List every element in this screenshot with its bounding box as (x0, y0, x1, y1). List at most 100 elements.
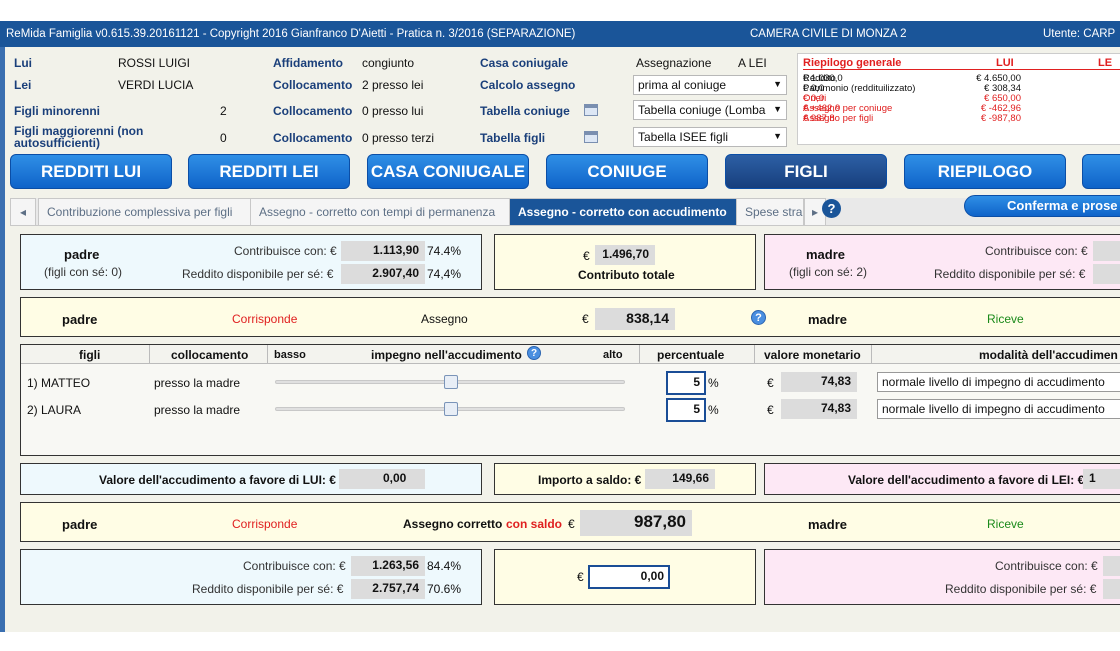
madre-label: madre (806, 247, 846, 262)
help-icon[interactable]: ? (751, 310, 766, 325)
nav-redditi-lui-button[interactable]: REDDITI LUI (10, 154, 172, 189)
madre-reddito-label: Reddito disponibile per sé: € (934, 267, 1086, 281)
figlio-name: 2) LAURA (27, 403, 82, 417)
percentuale-input[interactable]: 5 (666, 398, 706, 422)
figli-minorenni-count: 2 (220, 104, 227, 118)
conferma-button[interactable]: Conferma e prose (964, 195, 1120, 217)
accudimento-lei-panel: Valore dell'accudimento a favore di LEI:… (764, 463, 1120, 495)
modalita-select[interactable]: normale livello di impegno di accudiment… (877, 372, 1120, 392)
corrisponde-label: Corrisponde (232, 312, 298, 326)
tab-accudimento[interactable]: Assegno - corretto con accudimento (509, 198, 737, 226)
tab-spese-straordinarie[interactable]: Spese stra (736, 198, 804, 226)
tabella-figli-label: Tabella figli (480, 131, 546, 145)
riepilogo-col-lei: LE (1098, 57, 1113, 69)
impegno-slider[interactable] (275, 375, 625, 389)
corretto-padre-label: padre (62, 517, 98, 532)
tab-scroll-left-icon[interactable]: ◂ (10, 198, 36, 226)
tabella-coniuge-label: Tabella coniuge (480, 104, 570, 118)
reddito-label: Reddito disponibile per sé: € (192, 582, 344, 596)
assegno-padre-label: padre (62, 312, 98, 327)
riepilogo-row: Oneri € 650,00 € 0,0 (803, 93, 1120, 104)
lui-label: Lui (14, 56, 32, 70)
table-row: 2) LAURA presso la madre 5% €74,83 normale l… (21, 398, 1120, 425)
col-figli: figli (79, 348, 101, 362)
collocamento-value-2: 0 presso lui (362, 104, 424, 118)
riceve-label: Riceve (987, 312, 1024, 326)
riepilogo-row: Assegno per coniuge € -462,96 € +462,9 (803, 103, 1120, 114)
tabella-figli-select[interactable]: Tabella ISEE figli ▼ (633, 127, 787, 147)
figlio-collocamento: presso la madre (154, 403, 241, 417)
accudimento-lei-label: Valore dell'accudimento a favore di LEI:… (848, 473, 1085, 487)
table-row: 1) MATTEO presso la madre 5% €74,83 normale … (21, 371, 1120, 398)
calendar-icon[interactable] (584, 131, 598, 143)
nav-riepilogo-button[interactable]: RIEPILOGO (904, 154, 1066, 189)
nav-casa-coniugale-button[interactable]: CASA CONIUGALE (367, 154, 529, 189)
col-impegno: impegno nell'accudimento (371, 348, 522, 362)
contributo-totale-label: Contributo totale (578, 268, 675, 282)
contribuisce-label: Contribuisce con: € (243, 559, 346, 573)
nav-redditi-lei-button[interactable]: REDDITI LEI (188, 154, 350, 189)
modalita-select[interactable]: normale livello di impegno di accudiment… (877, 399, 1120, 419)
euro-sign: € (583, 249, 590, 263)
slider-thumb[interactable] (444, 375, 458, 389)
collocamento-label-1: Collocamento (273, 78, 353, 92)
madre-figli-count: (figli con sé: 2) (789, 265, 868, 279)
reddito-label: Reddito disponibile per sé: € (182, 267, 334, 281)
casa-coniugale-label: Casa coniugale (480, 56, 569, 70)
contributo-totale-value: 1.496,70 (595, 245, 655, 265)
calcolo-assegno-select[interactable]: prima al coniuge ▼ (633, 75, 787, 95)
collocamento-value-3: 0 presso terzi (362, 131, 435, 145)
title-bar: ReMida Famiglia v0.615.39.20161121 - Cop… (0, 21, 1120, 47)
contribuisce-label: Contribuisce con: € (234, 244, 337, 258)
affidamento-label: Affidamento (273, 56, 343, 70)
slider-thumb[interactable] (444, 402, 458, 416)
nav-figli-button[interactable]: FIGLI (725, 154, 887, 189)
figlio-name: 1) MATTEO (27, 376, 91, 390)
assegno-label: Assegno (421, 312, 468, 326)
assegno-corretto-value: 987,80 (580, 510, 692, 536)
riepilogo-col-lui: LUI (996, 57, 1014, 69)
padre-label: padre (64, 247, 100, 262)
impegno-slider[interactable] (275, 402, 625, 416)
calcolo-assegno-label: Calcolo assegno (480, 78, 576, 92)
calendar-icon[interactable] (584, 104, 598, 116)
percentuale-input[interactable]: 5 (666, 371, 706, 395)
assegno-madre-label: madre (808, 312, 848, 327)
madre-contribuisce-value (1103, 556, 1120, 576)
assegno-panel: padre Corrisponde Assegno € 838,14 ? mad… (20, 297, 1120, 337)
lei-name: VERDI LUCIA (118, 78, 194, 92)
nav-extra-button[interactable] (1082, 154, 1120, 189)
help-icon[interactable]: ? (822, 199, 841, 218)
tab-bar: ◂ Contribuzione complessiva per figli As… (10, 195, 1120, 226)
euro-sign: € (568, 517, 575, 531)
padre-panel-bottom: Contribuisce con: € 1.263,56 84.4% Reddi… (20, 549, 482, 605)
contribuisce-value: 1.263,56 (351, 556, 425, 576)
contribuisce-pct: 74.4% (427, 244, 462, 258)
euro-sign: € (767, 376, 774, 390)
euro-sign: € (767, 403, 774, 417)
figli-minorenni-label: Figli minorenni (14, 104, 100, 118)
corretto-corrisponde-label: Corrisponde (232, 517, 298, 531)
saldo-input[interactable]: 0,00 (588, 565, 670, 589)
court-name: CAMERA CIVILE DI MONZA 2 (750, 28, 907, 40)
tab-tempi-permanenza[interactable]: Assegno - corretto con tempi di permanen… (250, 198, 510, 226)
figli-maggiorenni-count: 0 (220, 131, 227, 145)
corretto-madre-label: madre (808, 517, 848, 532)
corretto-riceve-label: Riceve (987, 517, 1024, 531)
accudimento-lui-label: Valore dell'accudimento a favore di LUI:… (99, 473, 336, 487)
riepilogo-row: Reddito € 4.650,00 € 1.030,0 (803, 73, 1120, 84)
madre-panel-bottom: Contribuisce con: € Reddito disponibile … (764, 549, 1120, 605)
madre-reddito-label: Reddito disponibile per sé: € (945, 582, 1097, 596)
help-icon[interactable]: ? (527, 346, 541, 360)
tab-contribuzione[interactable]: Contribuzione complessiva per figli (38, 198, 252, 226)
tabella-coniuge-select[interactable]: Tabella coniuge (Lomba ▼ (633, 100, 787, 120)
valore-monetario: 74,83 (781, 372, 857, 392)
accudimento-lui-value: 0,00 (339, 469, 425, 489)
nav-coniuge-button[interactable]: CONIUGE (546, 154, 708, 189)
reddito-pct: 70.6% (427, 582, 462, 596)
importo-saldo-label: Importo a saldo: € (538, 473, 642, 487)
valore-monetario: 74,83 (781, 399, 857, 419)
percent-sign: % (708, 403, 719, 417)
madre-contribuisce-label: Contribuisce con: € (985, 244, 1088, 258)
madre-reddito-value (1093, 264, 1120, 284)
